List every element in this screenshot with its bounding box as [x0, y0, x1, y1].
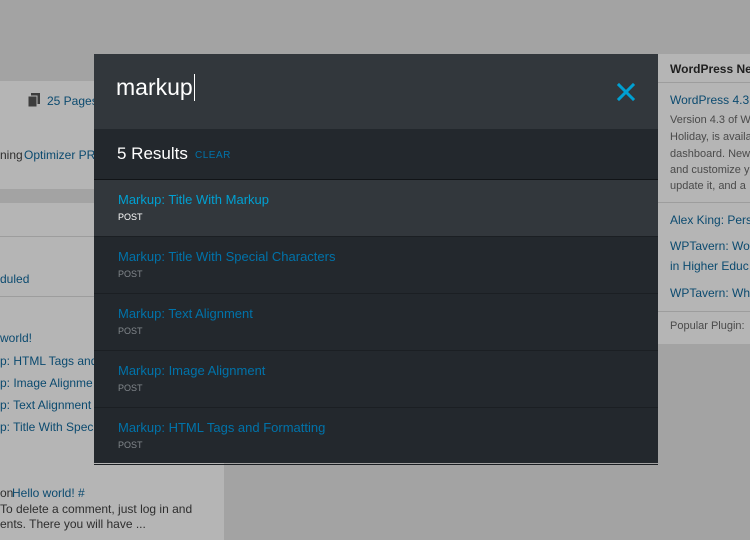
news-desc: and customize y — [670, 164, 750, 176]
news-item-link[interactable]: in Higher Educ — [670, 259, 749, 273]
search-result-item[interactable]: Markup: HTML Tags and Formatting POST — [94, 408, 658, 465]
close-button[interactable] — [614, 80, 638, 104]
news-item-link[interactable]: Alex King: Pers — [670, 213, 750, 227]
result-title: Markup: Image Alignment — [118, 363, 266, 378]
news-desc: dashboard. New — [670, 148, 750, 160]
news-desc: Version 4.3 of W — [670, 114, 750, 126]
pages-icon — [27, 93, 40, 108]
results-count: 5 Results — [117, 144, 188, 163]
results-header: 5 Results CLEAR — [94, 129, 658, 180]
news-title: WordPress Ne — [670, 62, 750, 76]
comment-post-link[interactable]: Hello world! # — [12, 486, 85, 500]
result-title: Markup: Text Alignment — [118, 306, 253, 321]
search-result-item[interactable]: Markup: Title With Markup POST — [94, 180, 658, 237]
activity-link[interactable]: p: Image Alignme — [0, 376, 93, 390]
news-desc: update it, and a — [670, 180, 746, 192]
search-bar: markup — [94, 54, 658, 129]
divider — [658, 82, 750, 83]
text-cursor — [193, 74, 195, 101]
result-type: POST — [118, 269, 143, 279]
clear-button[interactable]: CLEAR — [195, 150, 231, 161]
result-title: Markup: Title With Special Characters — [118, 249, 336, 264]
result-title: Markup: HTML Tags and Formatting — [118, 420, 326, 435]
activity-link[interactable]: p: HTML Tags and — [0, 354, 97, 368]
search-result-item[interactable]: Markup: Text Alignment POST — [94, 294, 658, 351]
divider — [0, 236, 94, 237]
search-input[interactable]: markup — [116, 74, 596, 110]
activity-link[interactable]: world! — [0, 331, 32, 345]
activity-link[interactable]: p: Title With Spec — [0, 420, 93, 434]
search-query: markup — [116, 74, 193, 100]
divider — [658, 311, 750, 312]
news-link[interactable]: WordPress 4.3 — [670, 93, 749, 107]
scheduled-link[interactable]: duled — [0, 272, 29, 286]
comment-text: To delete a comment, just log in and — [0, 502, 193, 516]
results-list: Markup: Title With Markup POST Markup: T… — [94, 180, 658, 465]
activity-link[interactable]: p: Text Alignment — [0, 398, 91, 412]
comment-text: ents. There you will have ... — [0, 517, 146, 531]
popular-plugin-text: Popular Plugin: — [670, 320, 745, 332]
search-result-item[interactable]: Markup: Title With Special Characters PO… — [94, 237, 658, 294]
close-icon — [614, 82, 638, 108]
divider — [0, 296, 94, 297]
news-item-link[interactable]: WPTavern: Wo — [670, 239, 750, 253]
divider — [658, 202, 750, 203]
search-modal: markup 5 Results CLEAR Markup: Title Wit… — [94, 54, 658, 465]
optimizer-link[interactable]: Optimizer PR — [24, 148, 95, 162]
result-type: POST — [118, 440, 143, 450]
result-type: POST — [118, 212, 143, 222]
news-desc: Holiday, is availa — [670, 131, 750, 143]
result-type: POST — [118, 383, 143, 393]
news-item-link[interactable]: WPTavern: Wh — [670, 286, 750, 300]
result-type: POST — [118, 326, 143, 336]
pages-count-link[interactable]: 25 Pages — [47, 94, 98, 108]
result-title: Markup: Title With Markup — [118, 192, 269, 207]
search-result-item[interactable]: Markup: Image Alignment POST — [94, 351, 658, 408]
admin-top-area — [0, 0, 750, 54]
running-text: ning — [0, 148, 23, 162]
